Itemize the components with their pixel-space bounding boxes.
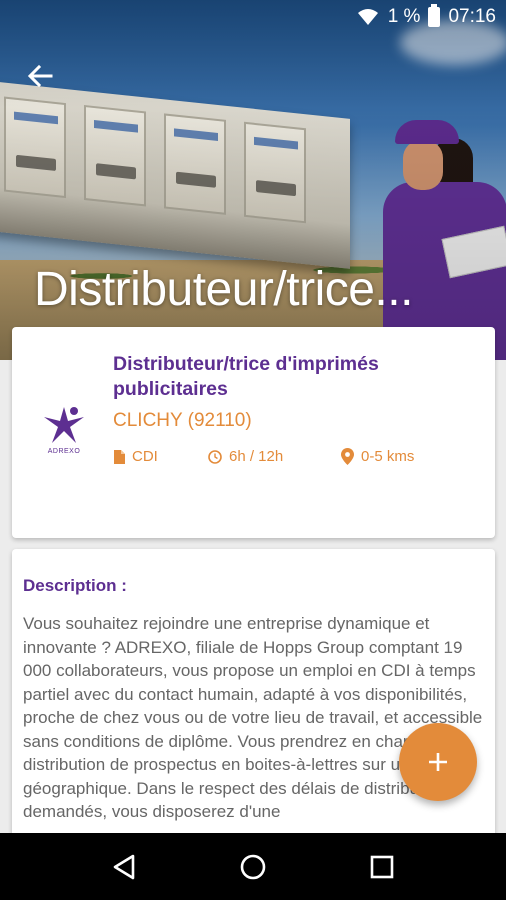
description-card: Description : Vous souhaitez rejoindre u… — [12, 549, 495, 849]
document-icon — [114, 449, 125, 464]
distance: 0-5 kms — [341, 448, 414, 465]
description-heading: Description : — [23, 576, 127, 595]
company-logo: ADREXO — [42, 405, 86, 455]
contract-type-label: CDI — [132, 448, 158, 465]
company-logo-text: ADREXO — [47, 448, 81, 455]
clock-time: 07:16 — [448, 6, 496, 27]
working-hours: 6h / 12h — [208, 448, 283, 465]
distance-label: 0-5 kms — [361, 448, 415, 465]
job-title: Distributeur/trice d'imprimés publicitai… — [113, 353, 379, 400]
nav-home-button[interactable] — [233, 847, 273, 887]
working-hours-label: 6h / 12h — [229, 448, 284, 465]
navigation-bar — [0, 833, 506, 900]
status-bar: 1 % 07:16 — [0, 0, 506, 38]
home-circle-icon — [240, 854, 266, 879]
contract-type: CDI — [114, 448, 158, 465]
back-button[interactable] — [22, 58, 58, 94]
plus-icon — [429, 753, 447, 771]
job-location: CLICHY (92110) — [113, 410, 252, 431]
nav-back-button[interactable] — [104, 847, 144, 887]
job-summary-card: ADREXO Distributeur/trice d'imprimés pub… — [12, 327, 495, 538]
back-triangle-icon — [114, 854, 135, 879]
wifi-icon — [356, 7, 380, 27]
arrow-left-icon — [27, 64, 53, 88]
location-pin-icon — [341, 448, 354, 465]
recents-square-icon — [370, 855, 393, 878]
nav-recents-button[interactable] — [362, 847, 402, 887]
battery-percent: 1 % — [387, 6, 421, 27]
page-title: Distributeur/trice... — [34, 263, 413, 316]
battery-icon — [428, 4, 441, 27]
clock-icon — [208, 449, 222, 464]
add-button[interactable] — [399, 723, 477, 801]
